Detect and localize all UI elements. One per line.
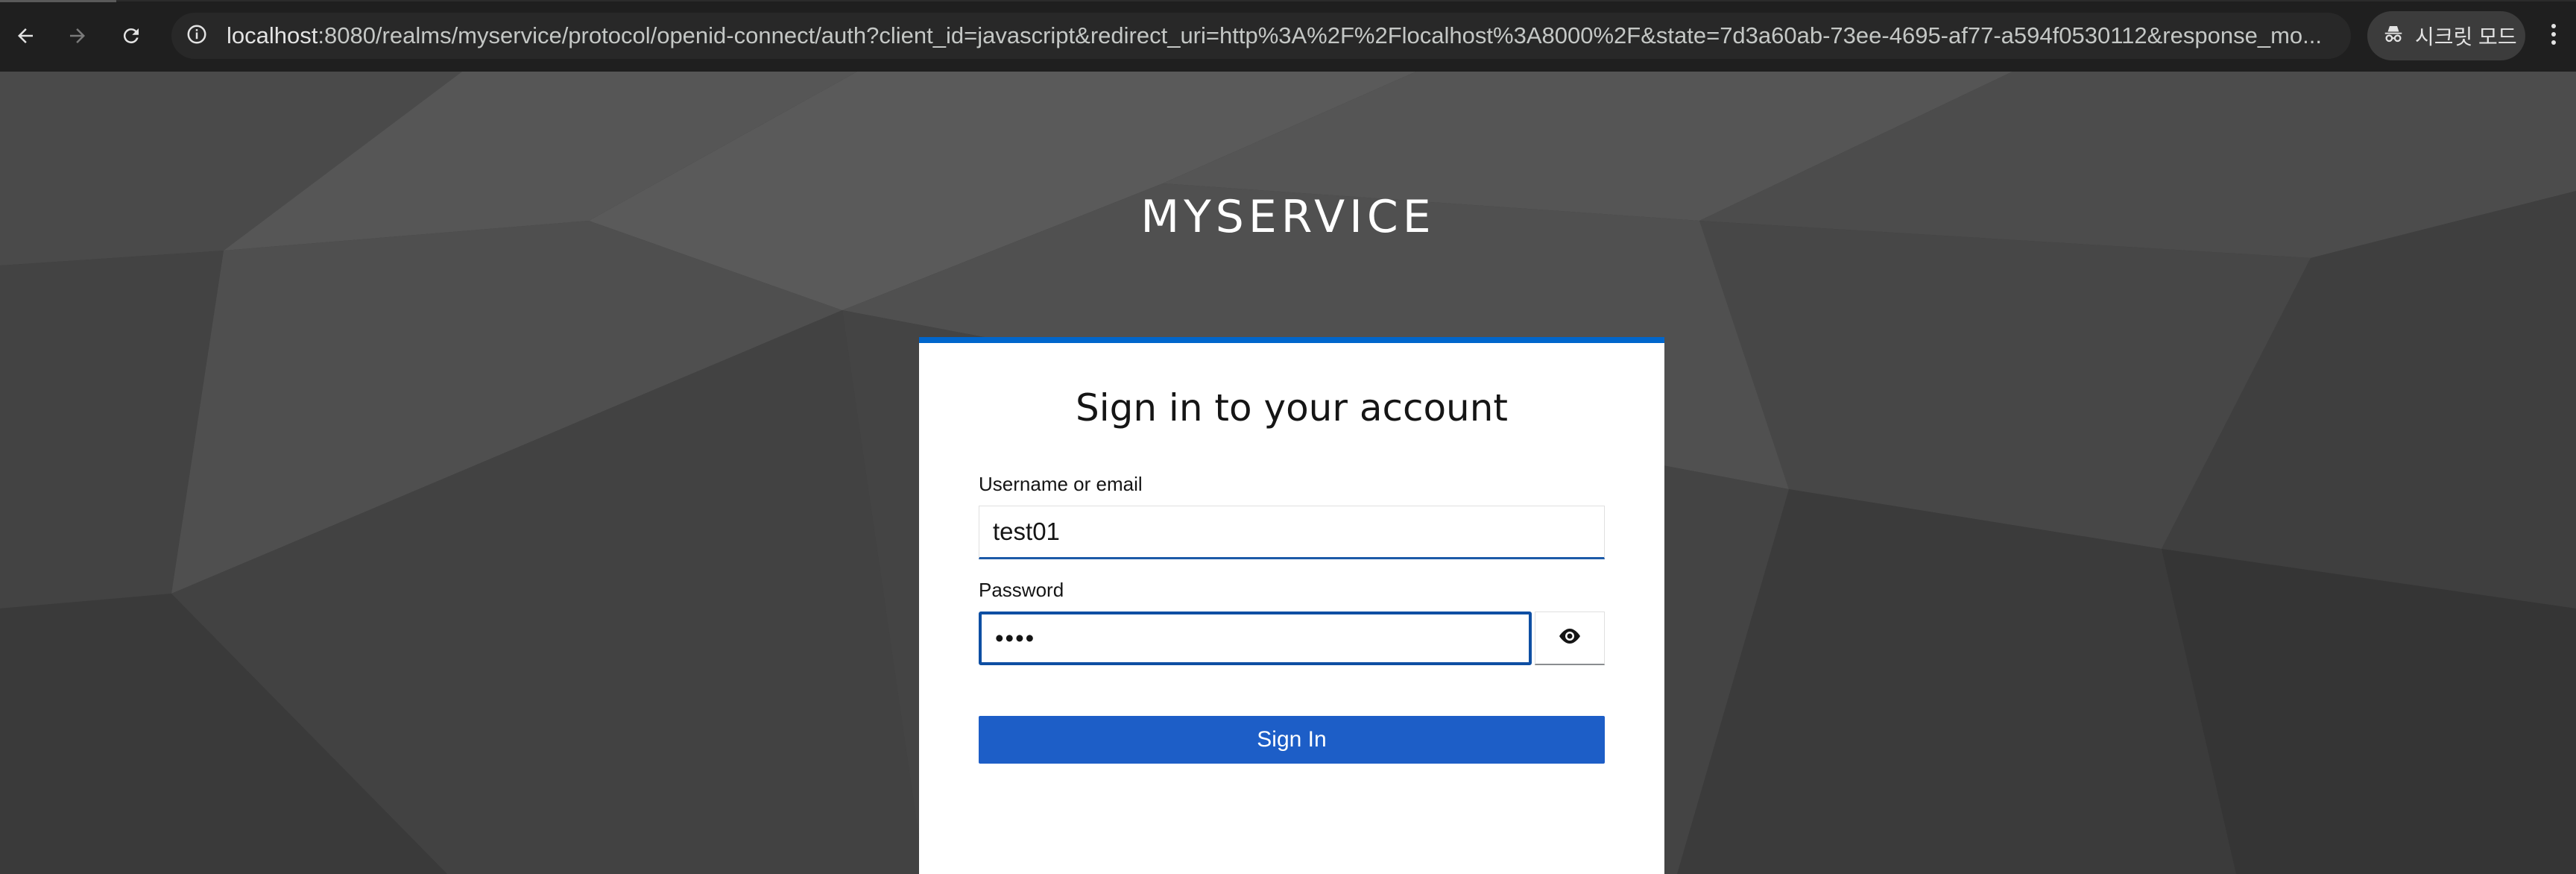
incognito-icon: [2382, 22, 2405, 50]
url-path: :8080/realms/myservice/protocol/openid-c…: [318, 22, 2322, 48]
kebab-menu-icon: [2550, 22, 2557, 51]
forward-arrow-icon: [66, 25, 89, 47]
show-password-button[interactable]: [1535, 612, 1605, 665]
incognito-label: 시크릿 모드: [2415, 25, 2517, 48]
tab-strip: [0, 0, 2576, 1]
login-heading: Sign in to your account: [1075, 386, 1509, 430]
url-text[interactable]: localhost:8080/realms/myservice/protocol…: [227, 13, 2455, 59]
back-button[interactable]: [7, 18, 43, 54]
username-value: test01: [993, 518, 1060, 545]
login-card: Sign in to your account Username or emai…: [919, 337, 1664, 874]
site-info-button[interactable]: [182, 21, 212, 51]
sign-in-button[interactable]: Sign In: [979, 716, 1605, 764]
browser-menu-button[interactable]: [2539, 18, 2569, 54]
username-input[interactable]: test01: [979, 506, 1605, 559]
username-label: Username or email: [979, 473, 1143, 495]
realm-title: MYSERVICE: [1140, 191, 1436, 243]
reload-button[interactable]: [113, 18, 149, 54]
password-label: Password: [979, 579, 1064, 601]
info-icon: [186, 23, 208, 49]
eye-icon: [1557, 627, 1582, 649]
back-arrow-icon: [14, 25, 37, 47]
browser-toolbar: localhost:8080/realms/myservice/protocol…: [0, 0, 2576, 72]
password-input[interactable]: ••••: [979, 612, 1532, 665]
url-host: localhost: [227, 22, 318, 48]
incognito-badge[interactable]: 시크릿 모드: [2367, 11, 2525, 60]
address-bar[interactable]: localhost:8080/realms/myservice/protocol…: [171, 13, 2492, 59]
active-tab-indicator: [0, 0, 116, 2]
reload-icon: [120, 25, 142, 47]
login-page: MYSERVICE Sign in to your account Userna…: [0, 72, 2576, 874]
forward-button[interactable]: [60, 18, 95, 54]
password-value: ••••: [995, 624, 1036, 652]
